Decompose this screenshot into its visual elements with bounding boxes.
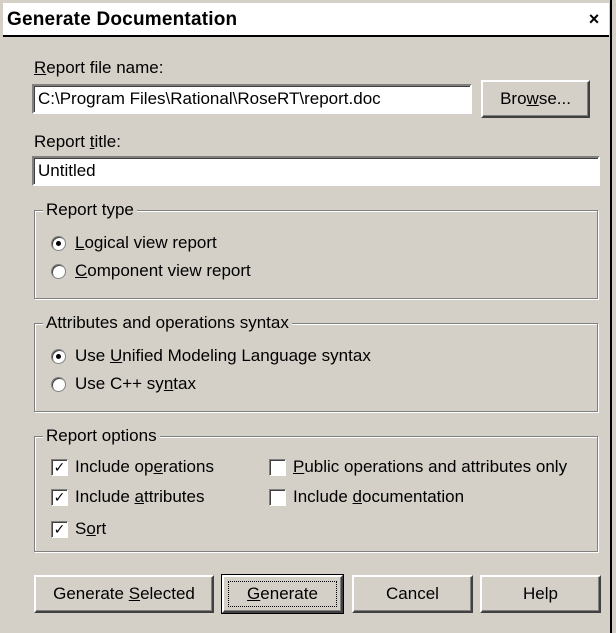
help-button[interactable]: Help xyxy=(480,575,601,613)
generate-documentation-dialog: Generate Documentation × Report file nam… xyxy=(0,0,612,633)
report-file-name-input[interactable]: C:\Program Files\Rational\RoseRT\report.… xyxy=(32,84,472,114)
report-options-group: Report options ✓ Include operations ✓ In… xyxy=(34,426,598,552)
cancel-button[interactable]: Cancel xyxy=(352,575,473,613)
option-label: Include attributes xyxy=(75,487,205,506)
report-title-input[interactable]: Untitled xyxy=(32,156,600,186)
dialog-title: Generate Documentation xyxy=(7,9,238,30)
report-type-group-title: Report type xyxy=(43,200,137,220)
report-file-name-label: Report file name: xyxy=(34,58,164,77)
option-label: Component view report xyxy=(75,261,251,280)
focus-rect: Generate xyxy=(228,581,337,607)
close-icon[interactable]: × xyxy=(583,9,605,29)
option-label: Sort xyxy=(75,519,107,538)
radio-unselected-icon xyxy=(51,264,66,279)
empty-checkbox-icon xyxy=(269,489,286,506)
radio-selected-icon xyxy=(51,349,66,364)
generate-button[interactable]: Generate xyxy=(221,574,344,614)
syntax-group-title: Attributes and operations syntax xyxy=(43,313,292,333)
generate-selected-button[interactable]: Generate Selected xyxy=(34,575,214,613)
option-label: Include documentation xyxy=(293,487,465,506)
radio-selected-icon xyxy=(51,236,66,251)
checkmark-icon: ✓ xyxy=(51,521,68,538)
option-label: Use Unified Modeling Language syntax xyxy=(75,346,371,365)
syntax-group: Attributes and operations syntax Use Uni… xyxy=(34,313,598,412)
radio-unselected-icon xyxy=(51,377,66,392)
browse-button[interactable]: Browse... xyxy=(481,80,590,118)
report-options-group-title: Report options xyxy=(43,426,160,446)
title-bar: Generate Documentation × xyxy=(3,3,609,37)
empty-checkbox-icon xyxy=(269,459,286,476)
option-label: Use C++ syntax xyxy=(75,374,196,393)
option-label: Logical view report xyxy=(75,233,217,252)
option-label: Include operations xyxy=(75,457,214,476)
option-label: Public operations and attributes only xyxy=(293,457,568,476)
report-title-label: Report title: xyxy=(34,132,121,151)
checkmark-icon: ✓ xyxy=(51,489,68,506)
checkmark-icon: ✓ xyxy=(51,459,68,476)
report-type-group: Report type Logical view report Componen… xyxy=(34,200,598,299)
